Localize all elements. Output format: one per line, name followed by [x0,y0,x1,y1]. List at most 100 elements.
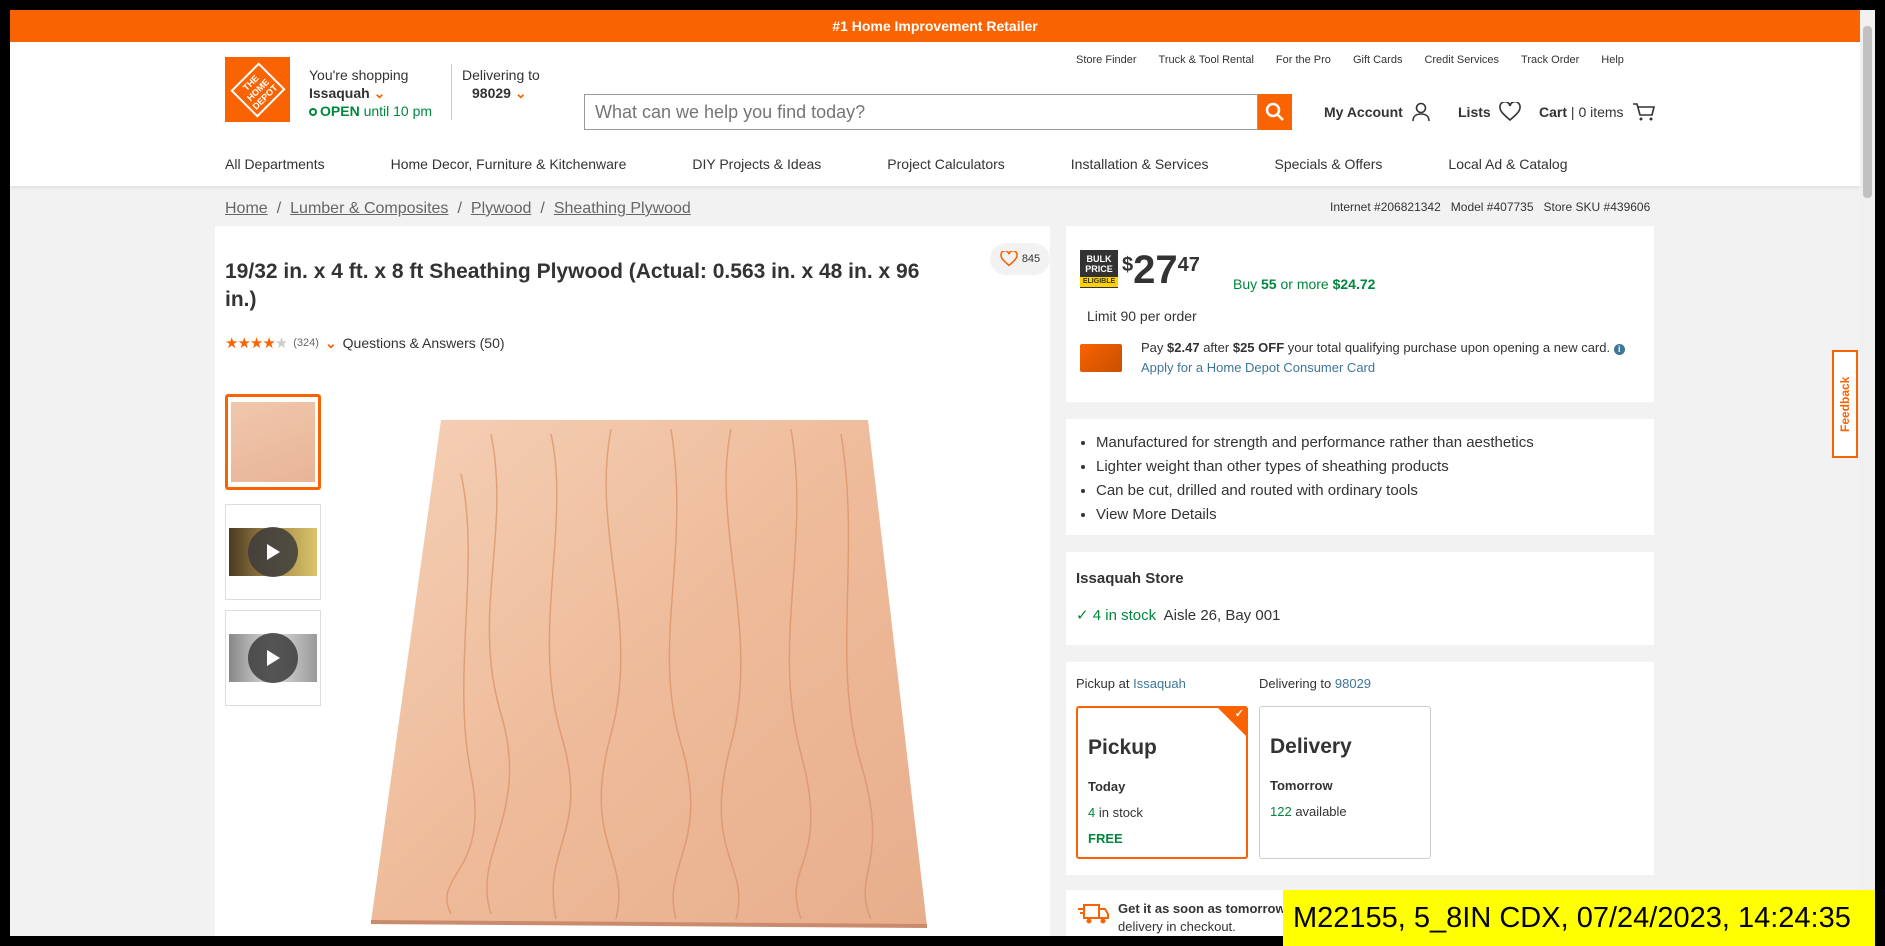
breadcrumb: Home / Lumber & Composites / Plywood / Sheathi… [225,200,691,217]
scrollbar-thumb[interactable] [1863,26,1872,198]
nav-project-calculators[interactable]: Project Calculators [887,156,1005,172]
pickup-at-label: Pickup at [1076,676,1130,691]
bulk-offer: Buy 55 or more $24.72 [1233,276,1375,292]
divider [451,64,452,120]
video-thumbnail [229,527,317,577]
thumbnail-video-2[interactable] [225,610,321,706]
browser-viewport: #1 Home Improvement Retailer THE HOME DE… [10,10,1875,936]
star-rating[interactable]: ★★★★★ [225,334,288,352]
cart-label: Cart [1539,104,1568,120]
price-dollar: $ [1122,254,1134,276]
shopping-label: You're shopping [309,67,409,83]
delivery-qty-text: available [1295,804,1347,819]
nav-installation-services[interactable]: Installation & Services [1071,156,1209,172]
delivery-when: Tomorrow [1270,778,1333,793]
delivering-to-label: Delivering to [1259,676,1332,691]
nav-all-departments[interactable]: All Departments [225,156,325,172]
view-more-details-link[interactable]: View More Details [1096,506,1217,523]
thumbnail-video-1[interactable] [225,504,321,600]
open-status-icon [309,108,317,116]
favorite-button[interactable]: 845 [990,243,1050,275]
store-name[interactable]: Issaquah [309,85,370,101]
questions-answers-link[interactable]: Questions & Answers (50) [343,335,505,351]
nav-specials-offers[interactable]: Specials & Offers [1275,156,1383,172]
feedback-tab[interactable]: Feedback [1832,350,1858,458]
card-offer: Pay $2.47 after $25 OFF your total quali… [1141,338,1641,378]
breadcrumb-plywood[interactable]: Plywood [471,200,531,217]
delivery-qty: 122 [1270,804,1292,819]
bulk-offer-mid: or more [1280,276,1329,292]
rating-row: ★★★★★ (324) ⌄ Questions & Answers (50) [225,334,505,353]
thumbnail-image-1[interactable] [225,394,321,490]
product-main-image[interactable] [341,414,941,934]
lists-label: Lists [1458,104,1491,120]
my-account-button[interactable]: My Account [1324,102,1431,122]
store-selector[interactable]: You're shopping Issaquah ⌄ OPEN until 10… [309,66,432,120]
pickup-qty-text: in stock [1098,805,1143,820]
breadcrumb-home[interactable]: Home [225,200,268,217]
card-offer-discount: $25 OFF [1232,340,1285,355]
highlight-item: Can be cut, drilled and routed with ordi… [1096,479,1534,503]
logo-text: THE HOME DEPOT [229,61,286,118]
timestamp-overlay: M22155, 5_8IN CDX, 07/24/2023, 14:24:35 [1283,890,1875,946]
store-stock-row: ✓ 4 in stock Aisle 26, Bay 001 [1076,606,1280,624]
card-offer-amount: $2.47 [1167,340,1200,355]
info-icon[interactable]: i [1613,344,1625,355]
internet-number: Internet #206821342 [1330,200,1441,214]
pickup-store-link[interactable]: Issaquah [1133,676,1186,691]
delivery-zip-link[interactable]: 98029 [1335,676,1371,691]
bulk-qty: 55 [1261,276,1277,292]
chevron-down-icon[interactable]: ⌄ [325,335,337,352]
gift-cards-link[interactable]: Gift Cards [1353,54,1403,66]
ship-line-1: Get it as soon as tomorrow [1118,901,1286,916]
chevron-down-icon[interactable]: ⌄ [515,85,527,101]
track-order-link[interactable]: Track Order [1521,54,1579,66]
plywood-thumbnail [231,402,315,482]
cart-icon [1632,103,1655,121]
for-the-pro-link[interactable]: For the Pro [1276,54,1331,66]
chevron-down-icon[interactable]: ⌄ [374,85,386,101]
nav-diy-projects[interactable]: DIY Projects & Ideas [692,156,821,172]
breadcrumb-sheathing-plywood[interactable]: Sheathing Plywood [554,200,691,217]
search-icon [1265,102,1284,121]
site-header: THE HOME DEPOT You're shopping Issaquah … [10,42,1860,186]
pickup-option[interactable]: ✓ Pickup Today 4 in stock FREE [1076,706,1248,859]
lists-button[interactable]: Lists [1458,102,1521,122]
apply-card-link[interactable]: Apply for a Home Depot Consumer Card [1141,360,1375,375]
main-navigation: All Departments Home Decor, Furniture & … [225,156,1568,172]
nav-home-decor[interactable]: Home Decor, Furniture & Kitchenware [391,156,627,172]
delivering-label: Delivering to [462,67,540,83]
store-stock-name: Issaquah Store [1076,570,1184,587]
search-input[interactable] [585,95,1257,129]
my-account-label: My Account [1324,104,1403,120]
delivery-zip[interactable]: 98029 [472,85,511,101]
bulk-price: $24.72 [1332,276,1376,292]
utility-links: Store Finder Truck & Tool Rental For the… [1076,54,1624,66]
truck-rental-link[interactable]: Truck & Tool Rental [1159,54,1254,66]
delivery-truck-icon [1078,904,1109,924]
search-button[interactable] [1258,94,1292,130]
delivery-option[interactable]: Delivery Tomorrow 122 available [1259,706,1431,859]
card-offer-text-1: Pay [1141,340,1164,355]
play-icon [248,633,298,683]
highlight-item: Lighter weight than other types of sheat… [1096,455,1534,479]
review-count[interactable]: (324) [293,337,319,349]
store-finder-link[interactable]: Store Finder [1076,54,1137,66]
vertical-scrollbar[interactable] [1860,10,1875,936]
delivery-zip-selector[interactable]: Delivering to 98029 ⌄ [462,66,540,102]
help-link[interactable]: Help [1601,54,1624,66]
home-depot-logo[interactable]: THE HOME DEPOT [225,57,290,122]
promo-banner[interactable]: #1 Home Improvement Retailer [10,10,1860,42]
product-title: 19/32 in. x 4 ft. x 8 ft Sheathing Plywo… [225,260,920,311]
nav-local-ad[interactable]: Local Ad & Catalog [1448,156,1567,172]
store-sku: Store SKU #439606 [1543,200,1651,214]
price-whole: 27 [1133,248,1178,292]
cart-button[interactable]: Cart | 0 items [1539,102,1656,122]
favorite-count: 845 [1021,253,1041,265]
product-media-panel: 19/32 in. x 4 ft. x 8 ft Sheathing Plywo… [215,226,1050,936]
fulfillment-panel: Pickup at Issaquah Delivering to 98029 ✓… [1066,662,1654,875]
credit-services-link[interactable]: Credit Services [1424,54,1499,66]
pickup-at: Pickup at Issaquah [1076,676,1186,691]
open-status: OPEN [320,103,360,119]
breadcrumb-lumber[interactable]: Lumber & Composites [290,200,448,217]
